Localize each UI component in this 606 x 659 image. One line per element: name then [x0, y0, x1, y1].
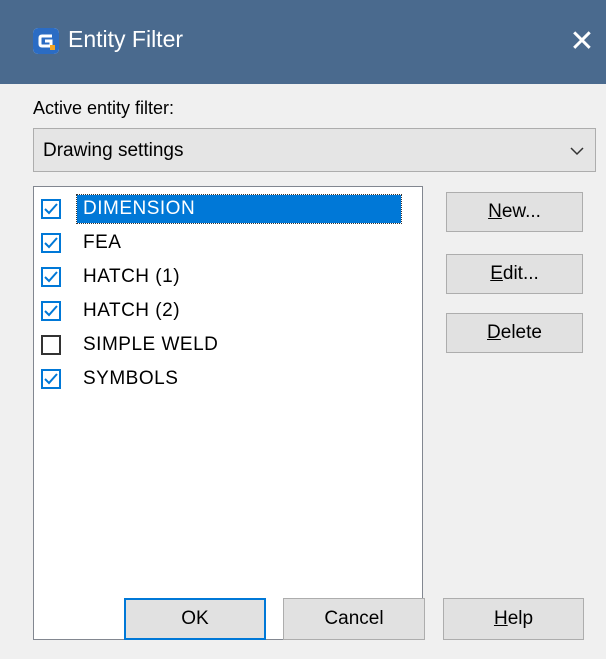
delete-button-mnemonic: D — [487, 322, 501, 343]
edit-button[interactable]: Edit... — [446, 254, 583, 294]
app-logo-icon — [33, 28, 59, 54]
new-button[interactable]: New... — [446, 192, 583, 232]
new-button-label: ew... — [501, 201, 541, 222]
checkbox-unchecked[interactable] — [41, 335, 61, 355]
active-filter-value: Drawing settings — [43, 140, 184, 161]
checkmark-icon — [44, 203, 58, 215]
checkbox-checked[interactable] — [41, 233, 61, 253]
list-item-label: HATCH (2) — [83, 300, 181, 321]
cancel-button[interactable]: Cancel — [283, 598, 425, 640]
list-item-label: DIMENSION — [76, 194, 402, 224]
new-button-mnemonic: N — [488, 201, 502, 222]
list-item[interactable]: DIMENSION — [39, 194, 419, 224]
title-bar: Entity Filter ✕ — [0, 0, 606, 84]
list-item-label: SIMPLE WELD — [83, 334, 219, 355]
checkmark-icon — [44, 305, 58, 317]
checkmark-icon — [44, 271, 58, 283]
edit-button-label: dit... — [502, 263, 539, 284]
list-item[interactable]: SYMBOLS — [39, 365, 419, 393]
edit-button-mnemonic: E — [490, 263, 503, 284]
help-button[interactable]: Help — [443, 598, 584, 640]
checkbox-checked[interactable] — [41, 301, 61, 321]
delete-button[interactable]: Delete — [446, 313, 583, 353]
window-title: Entity Filter — [68, 26, 184, 52]
active-filter-dropdown[interactable]: Drawing settings — [33, 128, 596, 172]
checkmark-icon — [44, 373, 58, 385]
ok-button[interactable]: OK — [124, 598, 266, 640]
help-button-label: elp — [507, 608, 534, 629]
list-item[interactable]: HATCH (1) — [39, 263, 419, 291]
checkmark-icon — [44, 237, 58, 249]
list-item-label: SYMBOLS — [83, 368, 179, 389]
list-item[interactable]: SIMPLE WELD — [39, 331, 419, 359]
entity-filter-list[interactable]: DIMENSION FEA HATCH (1) HATCH (2) SIMPLE WEL… — [33, 186, 423, 640]
help-button-mnemonic: H — [493, 608, 508, 629]
checkbox-checked[interactable] — [41, 199, 61, 219]
close-icon[interactable]: ✕ — [558, 20, 606, 64]
list-item-label: FEA — [83, 232, 122, 253]
checkbox-checked[interactable] — [41, 369, 61, 389]
chevron-down-icon — [570, 147, 584, 156]
delete-button-label: elete — [500, 322, 542, 343]
list-item-label: HATCH (1) — [83, 266, 181, 287]
list-item[interactable]: HATCH (2) — [39, 297, 419, 325]
active-filter-label: Active entity filter: — [33, 98, 175, 118]
list-item[interactable]: FEA — [39, 229, 419, 257]
checkbox-checked[interactable] — [41, 267, 61, 287]
